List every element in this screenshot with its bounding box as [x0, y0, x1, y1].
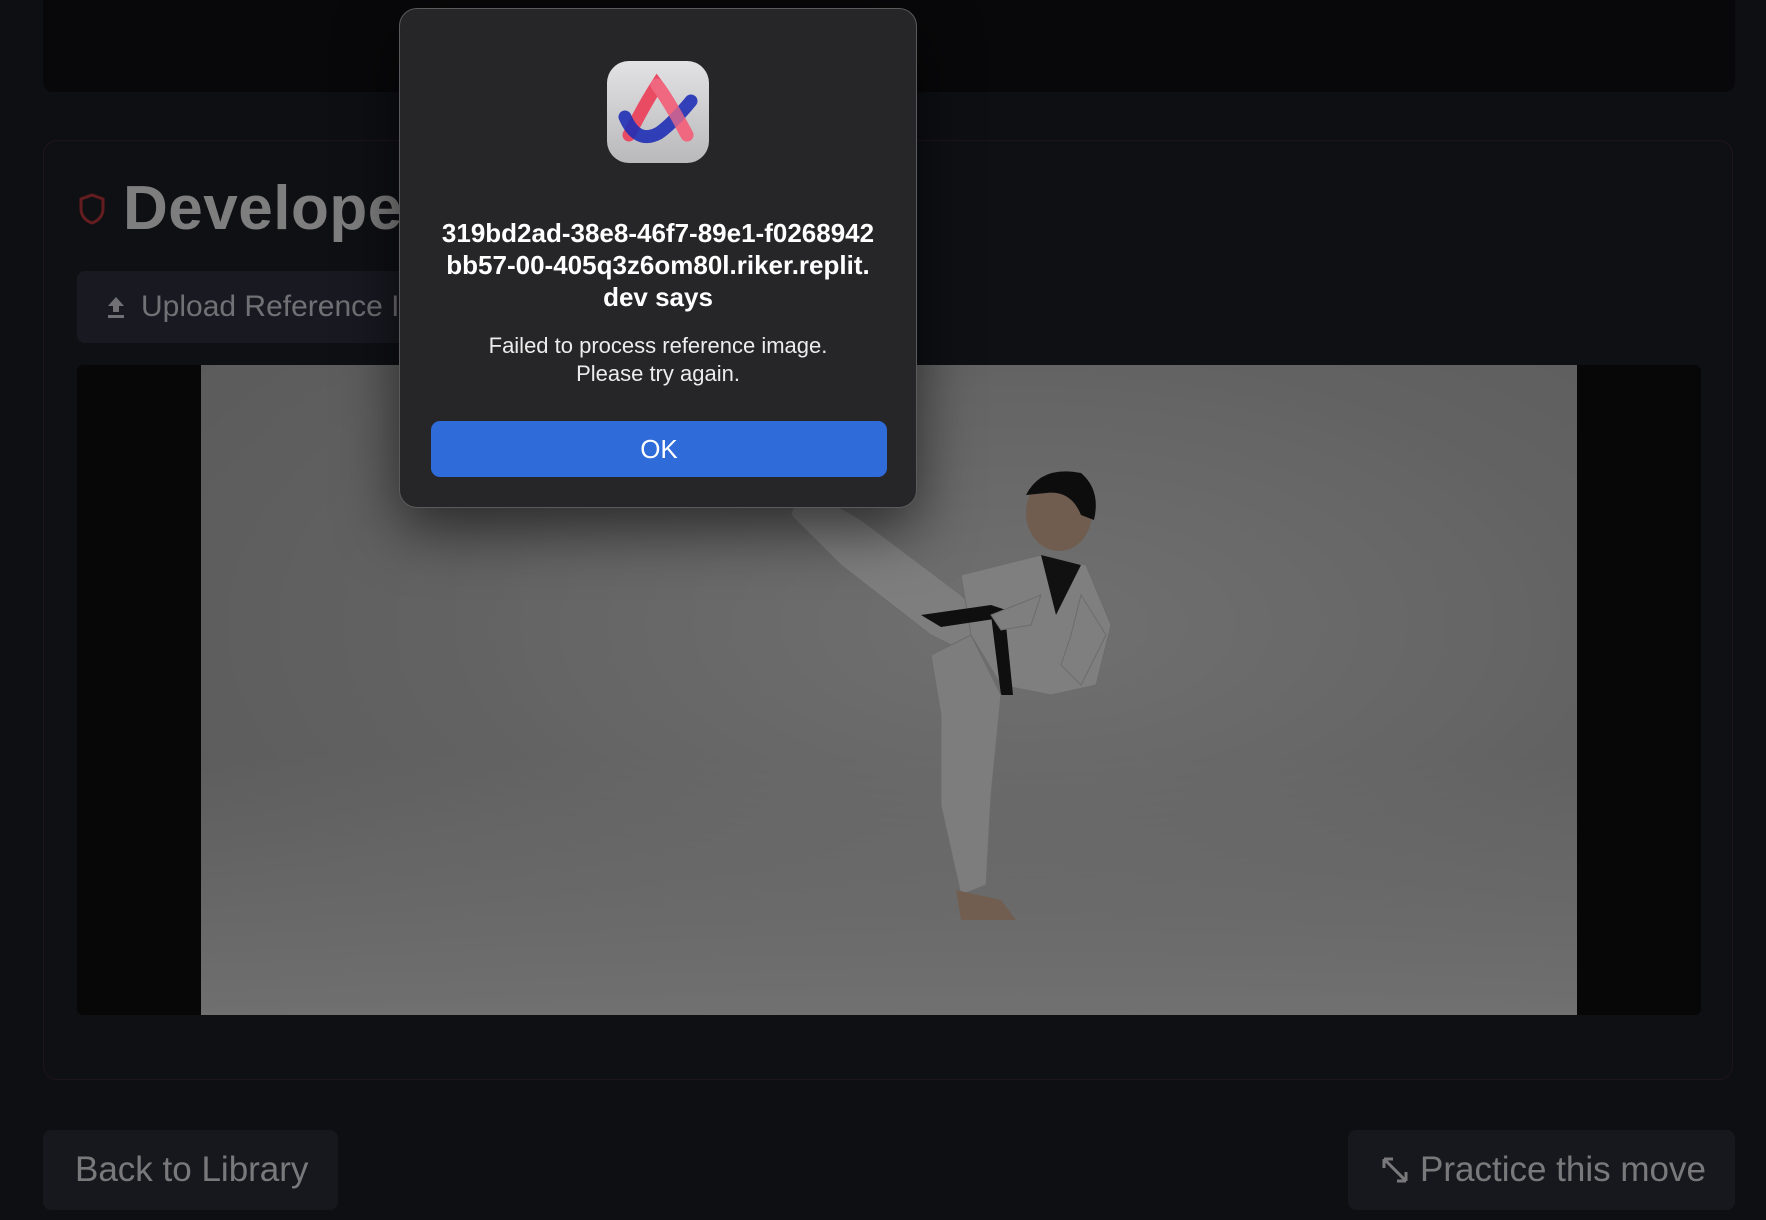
dialog-message: Failed to process reference image. Pleas…	[440, 332, 876, 388]
dialog-message-line1: Failed to process reference image.	[488, 333, 828, 358]
dialog-title: 319bd2ad-38e8-46f7-89e1-f0268942bb57-00-…	[441, 218, 875, 312]
ok-button[interactable]: OK	[431, 421, 887, 477]
arc-browser-icon	[607, 61, 709, 163]
alert-dialog: 319bd2ad-38e8-46f7-89e1-f0268942bb57-00-…	[399, 8, 917, 508]
dialog-message-line2: Please try again.	[576, 361, 740, 386]
